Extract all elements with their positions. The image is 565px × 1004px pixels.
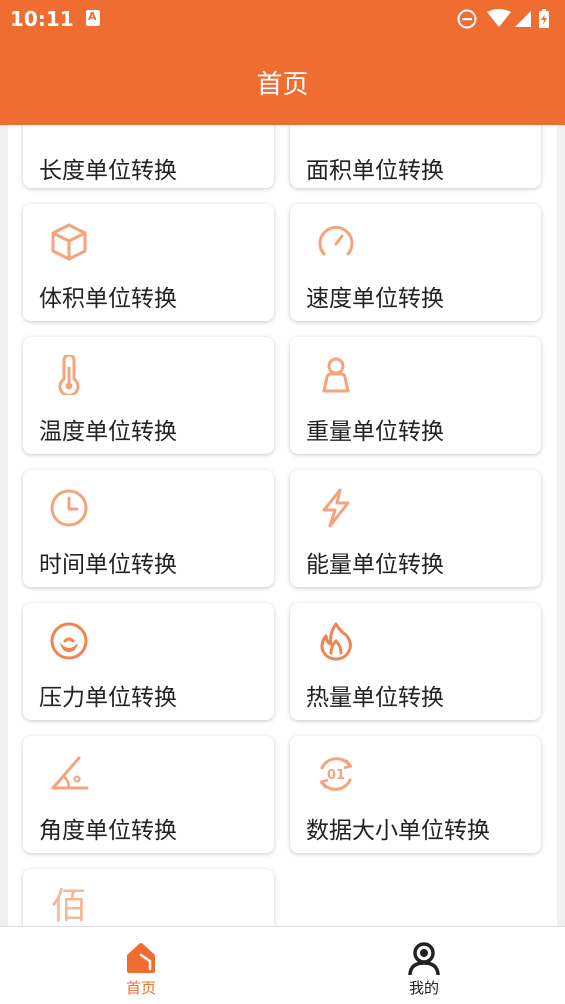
- card-label: 重量单位转换: [306, 419, 444, 445]
- card-length[interactable]: 长度单位转换: [23, 125, 274, 188]
- nav-mine[interactable]: 我的: [283, 927, 565, 1004]
- speedometer-icon: [318, 225, 354, 256]
- clock-icon: [50, 489, 88, 527]
- card-angle[interactable]: 角度单位转换: [23, 736, 274, 853]
- cube-icon: [51, 223, 87, 261]
- card-label: 数据大小单位转换: [306, 818, 490, 844]
- notification-icon: [86, 10, 100, 26]
- status-time: 10:11: [10, 7, 74, 31]
- hundred-icon: 佰: [50, 886, 87, 927]
- card-label: 长度单位转换: [39, 158, 177, 184]
- angle-icon: [51, 756, 89, 790]
- flame-icon: [320, 622, 352, 661]
- app-bar: 首页: [0, 38, 565, 125]
- card-hundred[interactable]: 佰: [23, 869, 274, 926]
- card-temperature[interactable]: 温度单位转换: [23, 337, 274, 454]
- status-bar: 10:11: [0, 0, 565, 38]
- card-weight[interactable]: 重量单位转换: [290, 337, 541, 454]
- area-icon: [320, 125, 360, 147]
- card-label: 能量单位转换: [306, 552, 444, 578]
- card-label: 热量单位转换: [306, 685, 444, 711]
- card-label: 面积单位转换: [306, 158, 444, 184]
- data-icon: 01: [319, 757, 353, 791]
- page-title: 首页: [256, 70, 309, 100]
- nav-home[interactable]: 首页: [0, 927, 282, 1004]
- card-volume[interactable]: 体积单位转换: [23, 204, 274, 321]
- card-data-size[interactable]: 01 数据大小单位转换: [290, 736, 541, 853]
- signal-icon: [515, 11, 531, 27]
- card-energy[interactable]: 能量单位转换: [290, 470, 541, 587]
- card-heat[interactable]: 热量单位转换: [290, 603, 541, 720]
- pressure-icon: [50, 622, 88, 660]
- thermometer-icon: [58, 355, 80, 395]
- user-icon: [408, 942, 440, 975]
- card-label: 温度单位转换: [39, 419, 177, 445]
- status-icons: [457, 9, 549, 29]
- card-area[interactable]: 面积单位转换: [290, 125, 541, 188]
- card-label: 体积单位转换: [39, 286, 177, 312]
- card-label: 角度单位转换: [39, 818, 177, 844]
- converter-grid[interactable]: 长度单位转换 面积单位转换 体积单位转换 速度单位转换 温度单位转换 重量单位转…: [8, 125, 557, 926]
- card-label: 速度单位转换: [306, 286, 444, 312]
- svg-text:01: 01: [327, 768, 345, 783]
- card-label: 时间单位转换: [39, 552, 177, 578]
- card-label: 压力单位转换: [39, 685, 177, 711]
- weight-icon: [322, 357, 350, 393]
- card-time[interactable]: 时间单位转换: [23, 470, 274, 587]
- nav-mine-label: 我的: [408, 979, 439, 997]
- bottom-nav: 首页 我的: [0, 926, 565, 1004]
- lightning-icon: [322, 488, 350, 528]
- home-icon: [127, 943, 155, 973]
- wifi-icon: [487, 9, 511, 27]
- card-speed[interactable]: 速度单位转换: [290, 204, 541, 321]
- card-pressure[interactable]: 压力单位转换: [23, 603, 274, 720]
- nav-home-label: 首页: [125, 979, 156, 997]
